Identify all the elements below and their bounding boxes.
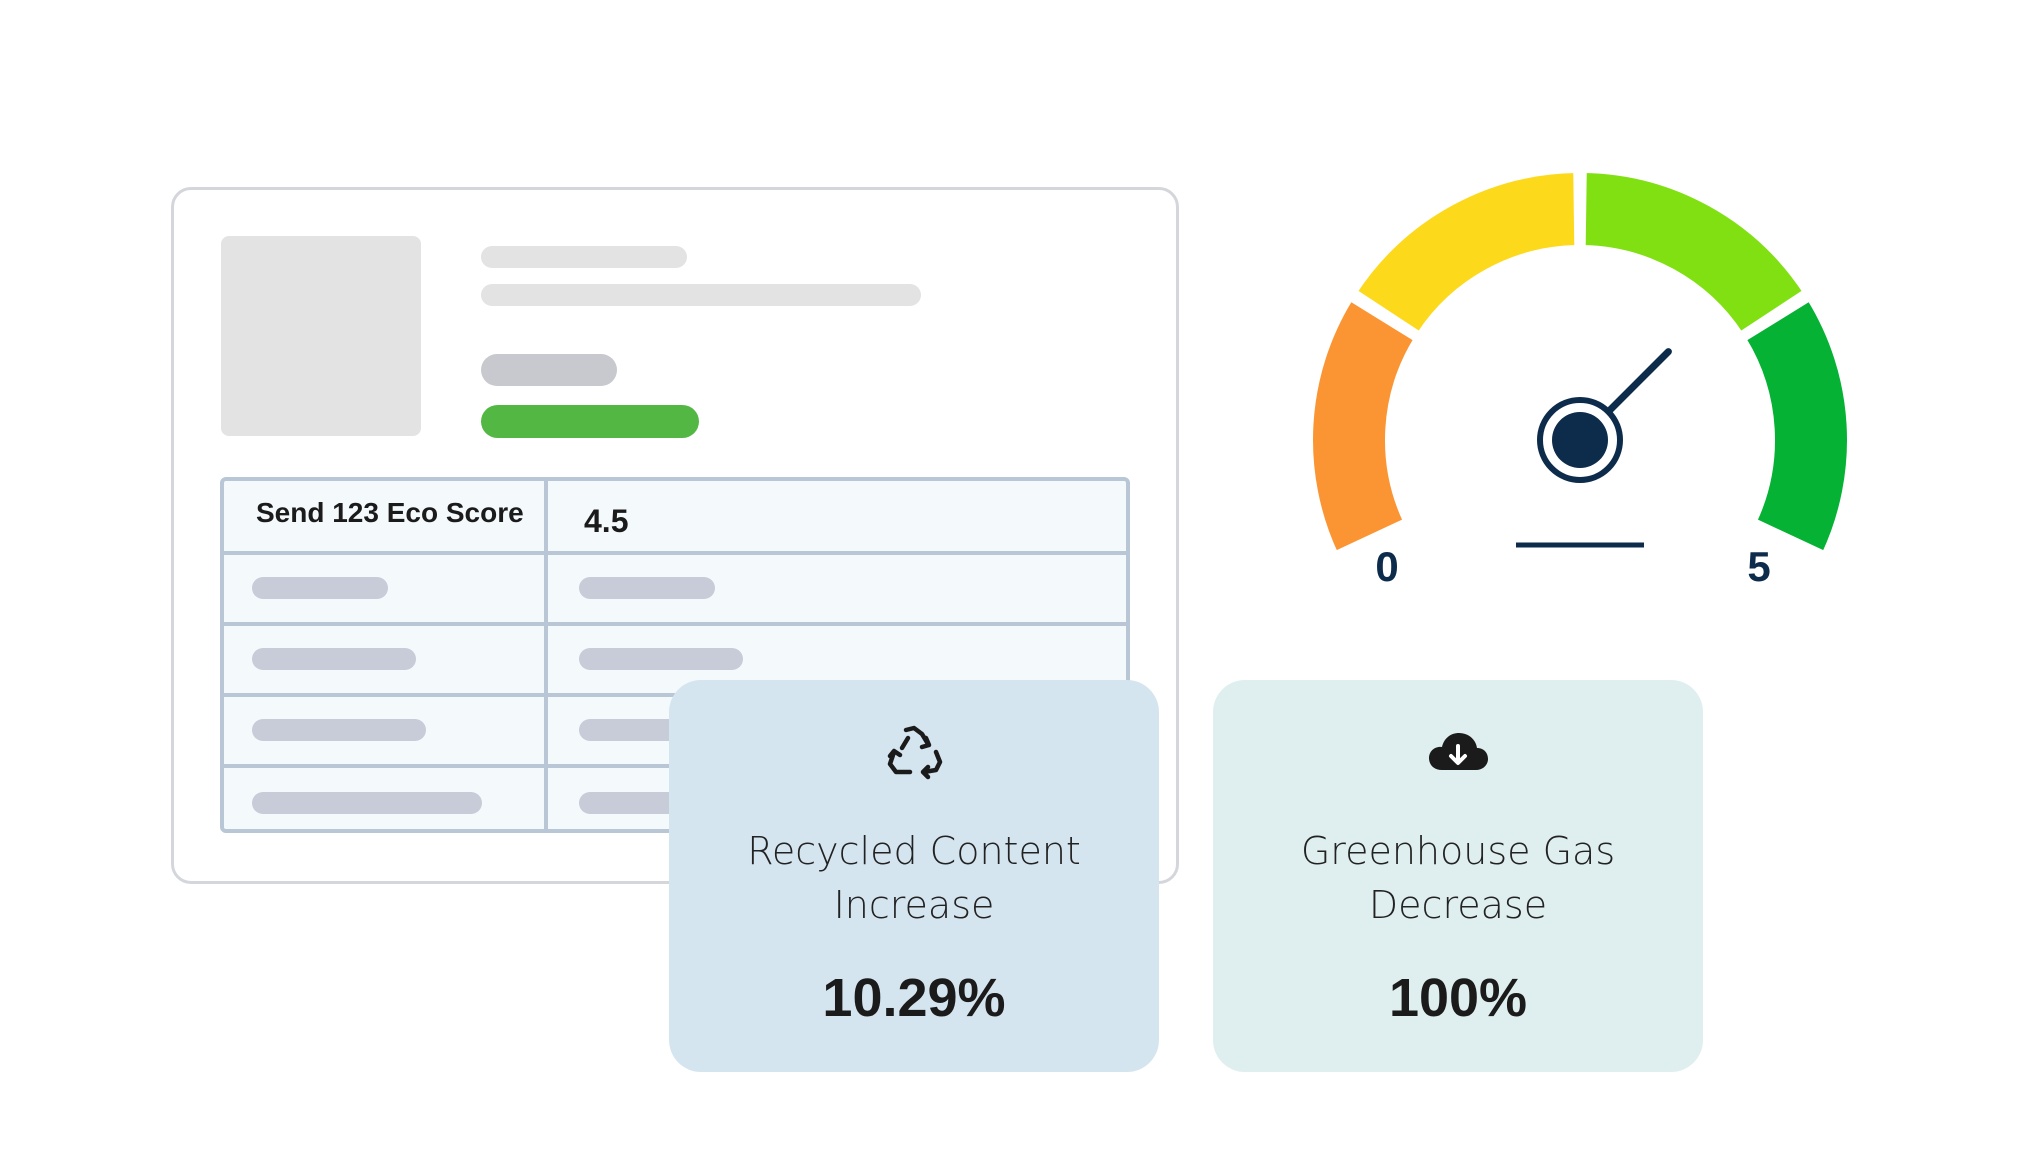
greenhouse-gas-label-line2: Decrease bbox=[1368, 883, 1548, 927]
gauge-segment-3 bbox=[1579, 166, 1810, 339]
gauge-segment-4 bbox=[1739, 293, 1853, 559]
recycled-content-label: Recycled Content bbox=[747, 829, 1081, 873]
eco-badge-placeholder bbox=[481, 405, 699, 438]
gauge-min-label: 0 bbox=[1375, 543, 1398, 590]
cloud-download-icon bbox=[1429, 733, 1488, 770]
greenhouse-gas-card: Greenhouse Gas Decrease 100% bbox=[1213, 680, 1703, 1072]
eco-score-value: 4.5 bbox=[584, 503, 629, 539]
gauge-segment-2 bbox=[1350, 166, 1581, 339]
greenhouse-gas-value: 100% bbox=[1388, 968, 1528, 1028]
cell-placeholder bbox=[579, 577, 715, 599]
eco-score-gauge: 0 5 bbox=[1307, 166, 1853, 590]
cell-placeholder bbox=[252, 719, 426, 741]
cell-placeholder bbox=[252, 792, 482, 814]
gauge-max-label: 5 bbox=[1747, 543, 1770, 590]
cell-placeholder bbox=[579, 648, 743, 670]
table-row bbox=[224, 555, 1126, 626]
eco-score-label: Send 123 Eco Score bbox=[256, 497, 524, 528]
product-image-placeholder bbox=[221, 236, 421, 436]
subtitle-placeholder bbox=[481, 284, 921, 306]
gauge-segment-1 bbox=[1307, 293, 1421, 559]
gauge-hub bbox=[1552, 412, 1608, 468]
recycled-content-value: 10.29% bbox=[822, 968, 1006, 1028]
price-placeholder bbox=[481, 354, 617, 386]
title-placeholder bbox=[481, 246, 687, 268]
recycle-icon bbox=[887, 725, 943, 780]
cell-placeholder bbox=[252, 577, 388, 599]
recycled-content-label-line2: Increase bbox=[833, 883, 995, 927]
greenhouse-gas-label: Greenhouse Gas bbox=[1300, 829, 1616, 873]
recycled-content-card: Recycled Content Increase 10.29% bbox=[669, 680, 1159, 1072]
cell-placeholder bbox=[252, 648, 416, 670]
gauge-arcs bbox=[1307, 166, 1853, 559]
table-row-eco-score: Send 123 Eco Score 4.5 bbox=[224, 481, 1126, 555]
